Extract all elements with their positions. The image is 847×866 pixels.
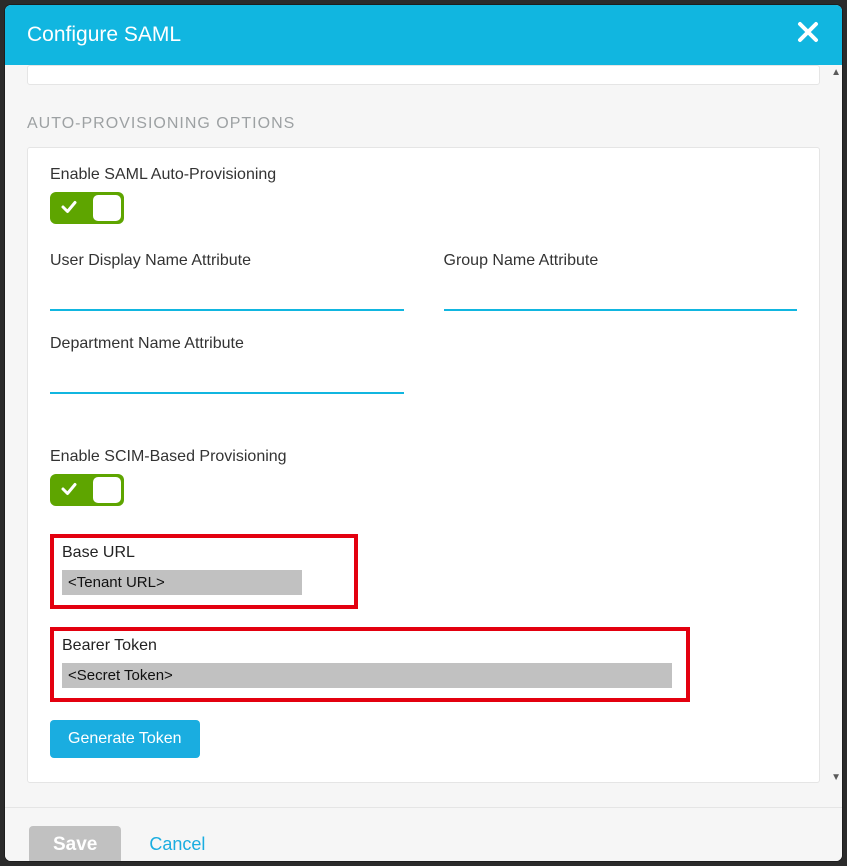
toggle-knob [93, 195, 121, 221]
base-url-input[interactable] [62, 570, 302, 595]
modal-body: AUTO-PROVISIONING OPTIONS Enable SAML Au… [5, 65, 842, 807]
check-icon [60, 480, 78, 503]
configure-saml-modal: Configure SAML ▲ ▼ AUTO-PROVISIONING OPT… [5, 5, 842, 861]
generate-token-button[interactable]: Generate Token [50, 720, 200, 758]
modal-header: Configure SAML [5, 5, 842, 65]
close-icon[interactable] [796, 20, 820, 50]
user-display-name-input[interactable] [50, 278, 404, 311]
toggle-knob [93, 477, 121, 503]
cancel-button[interactable]: Cancel [149, 834, 205, 855]
department-name-input[interactable] [50, 361, 404, 394]
bearer-token-label: Bearer Token [62, 637, 678, 655]
bearer-token-highlight: Bearer Token [50, 627, 690, 702]
bearer-token-input[interactable] [62, 663, 672, 688]
save-button[interactable]: Save [29, 826, 121, 862]
enable-scim-toggle[interactable] [50, 474, 124, 506]
base-url-highlight: Base URL [50, 534, 358, 609]
auto-provisioning-card: Enable SAML Auto-Provisioning User Displ… [27, 147, 820, 783]
modal-footer: Save Cancel [5, 807, 842, 861]
scroll-up-icon[interactable]: ▲ [831, 67, 841, 78]
modal-title: Configure SAML [27, 23, 181, 47]
enable-saml-toggle[interactable] [50, 192, 124, 224]
group-name-label: Group Name Attribute [444, 252, 798, 270]
group-name-input[interactable] [444, 278, 798, 311]
enable-scim-label: Enable SCIM-Based Provisioning [50, 448, 797, 466]
section-heading: AUTO-PROVISIONING OPTIONS [27, 115, 820, 133]
base-url-label: Base URL [62, 544, 346, 562]
user-display-name-label: User Display Name Attribute [50, 252, 404, 270]
previous-section-card [27, 65, 820, 85]
department-name-label: Department Name Attribute [50, 335, 404, 353]
enable-saml-label: Enable SAML Auto-Provisioning [50, 166, 797, 184]
check-icon [60, 198, 78, 221]
scroll-down-icon[interactable]: ▼ [831, 772, 841, 783]
